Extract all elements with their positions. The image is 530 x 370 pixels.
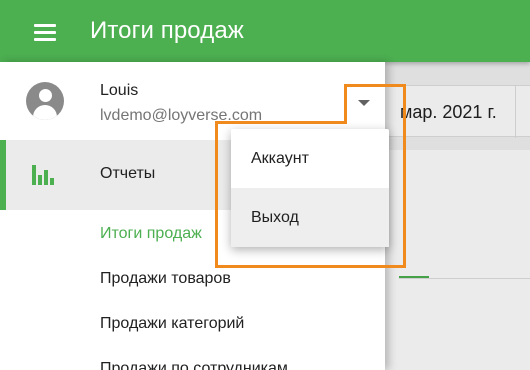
arrow-drop-down-icon: [358, 100, 370, 106]
sidebar-subitem-sales-summary[interactable]: Итоги продаж: [100, 225, 202, 243]
sidebar-item-label: Отчеты: [100, 165, 156, 182]
active-indicator: [0, 140, 6, 210]
hamburger-menu-icon[interactable]: [34, 24, 56, 41]
scrim[interactable]: [385, 62, 530, 370]
bar-chart-icon: [32, 165, 58, 185]
sidebar-subitem-item-sales[interactable]: Продажи товаров: [100, 270, 231, 288]
account-circle-icon: [26, 82, 64, 120]
menu-item-account[interactable]: Аккаунт: [231, 129, 389, 188]
account-popup-menu: Аккаунт Выход: [231, 129, 389, 247]
sidebar-subitem-category-sales[interactable]: Продажи категорий: [100, 315, 244, 333]
app-bar: Итоги продаж: [0, 0, 530, 62]
sidebar-subitem-employee-sales[interactable]: Продажи по сотрудникам: [100, 360, 288, 370]
user-name: Louis: [100, 82, 139, 99]
page-title: Итоги продаж: [90, 17, 244, 44]
menu-item-logout[interactable]: Выход: [231, 188, 389, 247]
account-menu-toggle[interactable]: [344, 84, 384, 124]
